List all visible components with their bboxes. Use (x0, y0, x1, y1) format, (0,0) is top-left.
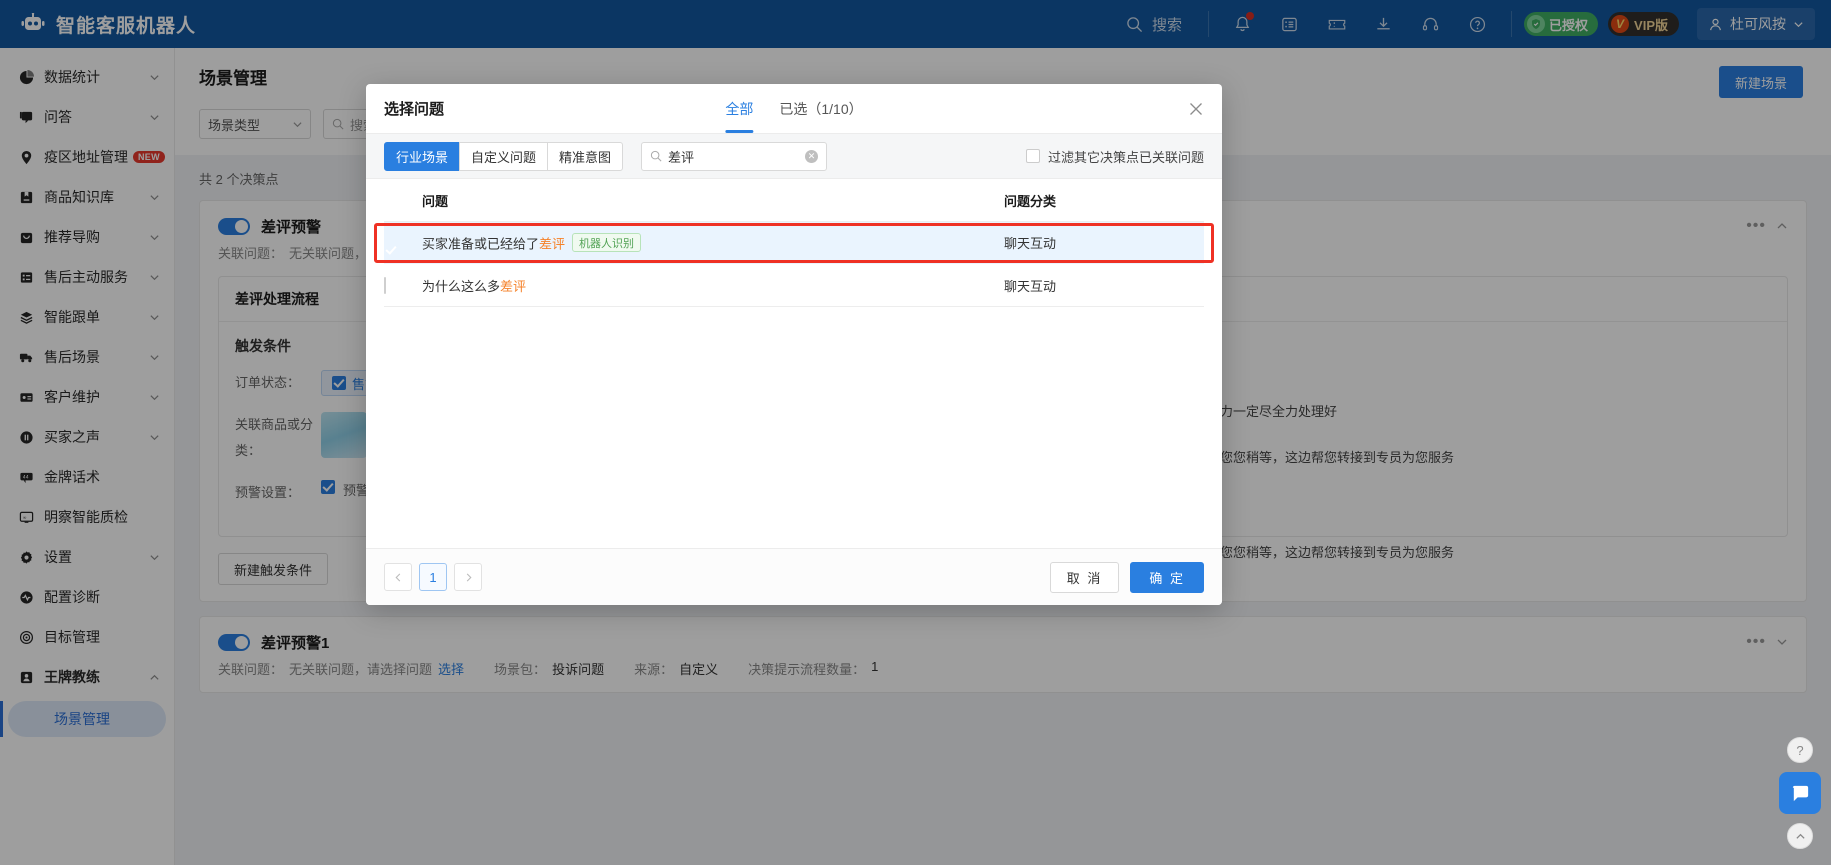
pagination-next-button[interactable] (454, 563, 482, 591)
column-header-question: 问题 (422, 179, 1004, 222)
chat-bubble-icon[interactable] (1779, 772, 1821, 814)
select-all-cell (384, 179, 422, 222)
modal-filter-bar: 行业场景 自定义问题 精准意图 差评 ✕ 过滤其它决策点已关联问题 (366, 133, 1222, 179)
row-2-question-cell: 为什么这么多差评 (422, 264, 1004, 307)
segment-custom-question[interactable]: 自定义问题 (459, 141, 549, 171)
modal-actions: 取 消 确 定 (1049, 561, 1204, 593)
modal-title: 选择问题 (384, 101, 445, 118)
row-1-checkbox-cell (384, 221, 422, 264)
row-1-category: 聊天互动 (1004, 221, 1204, 264)
help-icon[interactable]: ? (1787, 737, 1813, 763)
clear-circle-icon[interactable]: ✕ (805, 149, 819, 163)
caret-up-icon[interactable] (1787, 823, 1813, 849)
search-icon (650, 150, 662, 162)
table-row[interactable]: 买家准备或已经给了差评 机器人识别 聊天互动 (384, 221, 1204, 264)
app-root: 场景管理 场景类型 搜索 新建场景 共 2 个决策点 差评预警 ••• 关联问题… (0, 0, 1831, 865)
modal-header: 选择问题 全部 已选（1/10） (366, 84, 1222, 133)
modal-tabs: 全部 已选（1/10） (725, 84, 863, 133)
question-table: 问题 问题分类 买家准备或已经给了差评 机器人识别 聊天互动 为什么这么多差评 … (384, 179, 1204, 307)
source-segmented-control: 行业场景 自定义问题 精准意图 (384, 141, 624, 171)
row-2-checkbox[interactable] (384, 276, 386, 294)
table-row[interactable]: 为什么这么多差评 聊天互动 (384, 264, 1204, 307)
question-search-value: 差评 (668, 149, 695, 165)
tab-selected[interactable]: 已选（1/10） (779, 84, 862, 133)
row-2-category: 聊天互动 (1004, 264, 1204, 307)
floating-widgets: ? (1777, 737, 1823, 849)
cancel-button[interactable]: 取 消 (1049, 561, 1120, 593)
row-2-question-prefix: 为什么这么多 (422, 278, 501, 294)
column-header-category: 问题分类 (1004, 179, 1204, 222)
select-question-modal: 选择问题 全部 已选（1/10） 行业场景 自定义问题 精准意图 差评 ✕ 过滤… (366, 84, 1222, 605)
pagination-page-1[interactable]: 1 (419, 563, 447, 591)
filter-related-checkbox-box[interactable] (1025, 149, 1040, 163)
table-header-row: 问题 问题分类 (384, 179, 1204, 222)
row-1-question-keyword: 差评 (539, 236, 566, 252)
segment-industry-scene[interactable]: 行业场景 (384, 141, 461, 171)
pagination-prev-button[interactable] (384, 563, 412, 591)
row-2-checkbox-cell (384, 264, 422, 307)
row-1-question-prefix: 买家准备或已经给了 (422, 236, 540, 252)
chevron-right-icon (466, 573, 472, 581)
filter-related-checkbox[interactable]: 过滤其它决策点已关联问题 (1025, 147, 1204, 166)
question-search-input[interactable]: 差评 ✕ (641, 141, 828, 171)
tab-all[interactable]: 全部 (725, 84, 754, 133)
close-icon[interactable] (1187, 100, 1205, 118)
confirm-button[interactable]: 确 定 (1130, 561, 1204, 593)
segment-precise-intent[interactable]: 精准意图 (547, 141, 624, 171)
filter-related-checkbox-label: 过滤其它决策点已关联问题 (1047, 149, 1204, 165)
row-1-tag: 机器人识别 (572, 233, 642, 252)
modal-body: 问题 问题分类 买家准备或已经给了差评 机器人识别 聊天互动 为什么这么多差评 … (366, 179, 1222, 548)
chevron-left-icon (394, 573, 400, 581)
row-1-question-cell: 买家准备或已经给了差评 机器人识别 (422, 221, 1004, 264)
row-2-question-keyword: 差评 (500, 278, 527, 294)
modal-footer: 1 取 消 确 定 (366, 548, 1222, 605)
